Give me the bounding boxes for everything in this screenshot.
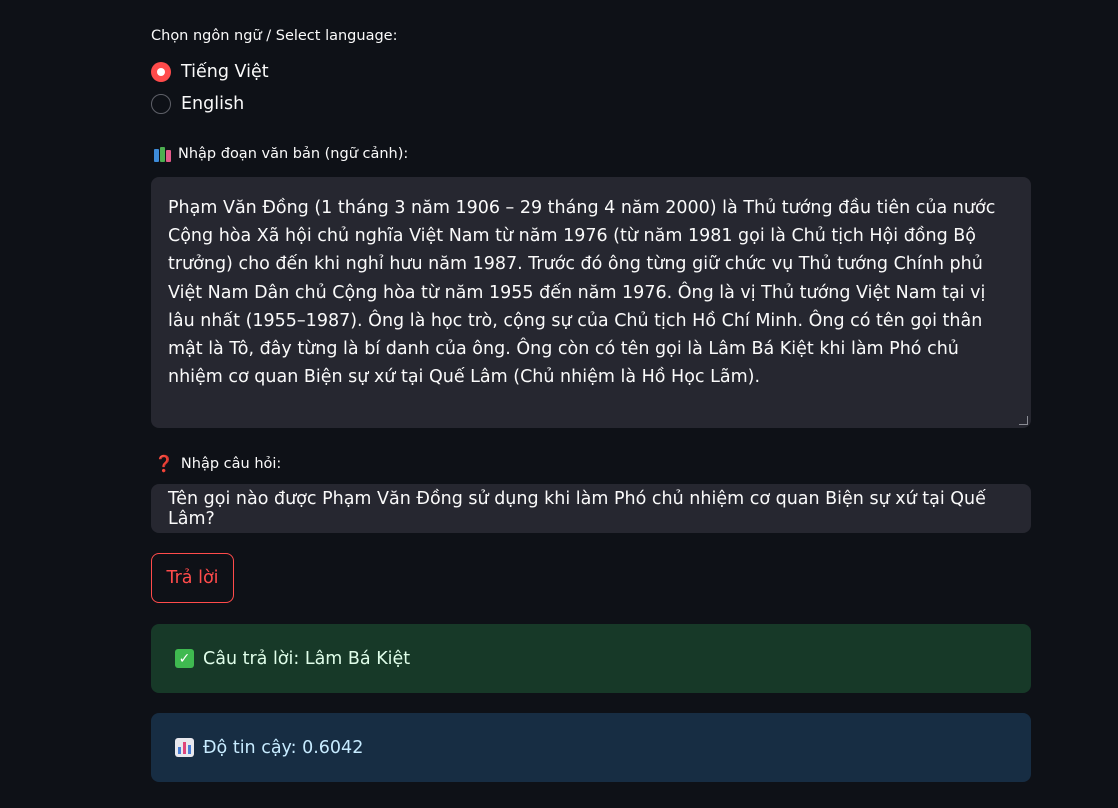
books-icon [154,146,171,162]
answer-text: Câu trả lời: Lâm Bá Kiệt [203,648,411,669]
radio-label-english: English [181,94,245,114]
question-input-value: Tên gọi nào được Phạm Văn Đồng sử dụng k… [168,488,986,529]
confidence-alert: Độ tin cậy: 0.6042 [151,713,1031,782]
radio-label-vietnamese: Tiếng Việt [181,62,269,82]
submit-button[interactable]: Trả lời [151,553,234,603]
radio-unselected-icon[interactable] [151,94,171,114]
answer-alert: ✓ Câu trả lời: Lâm Bá Kiệt [151,624,1031,693]
question-label-text: Nhập câu hỏi: [180,455,282,472]
context-textarea[interactable]: Phạm Văn Đồng (1 tháng 3 năm 1906 – 29 t… [151,177,1031,428]
context-label-text: Nhập đoạn văn bản (ngữ cảnh): [178,146,409,162]
radio-option-english[interactable]: English [151,94,244,114]
bar-chart-icon [175,738,194,757]
check-mark-icon: ✓ [175,649,194,668]
context-text: Phạm Văn Đồng (1 tháng 3 năm 1906 – 29 t… [168,198,996,388]
question-mark-icon: ❓ [154,454,174,473]
language-label: Chọn ngôn ngữ / Select language: [151,28,398,44]
question-label: ❓ Nhập câu hỏi: [154,454,281,473]
radio-option-vietnamese[interactable]: Tiếng Việt [151,62,269,82]
question-input[interactable]: Tên gọi nào được Phạm Văn Đồng sử dụng k… [151,484,1031,533]
resize-handle-icon[interactable] [1019,416,1028,425]
context-label: Nhập đoạn văn bản (ngữ cảnh): [154,146,408,162]
radio-selected-icon[interactable] [151,62,171,82]
confidence-text: Độ tin cậy: 0.6042 [203,737,364,758]
